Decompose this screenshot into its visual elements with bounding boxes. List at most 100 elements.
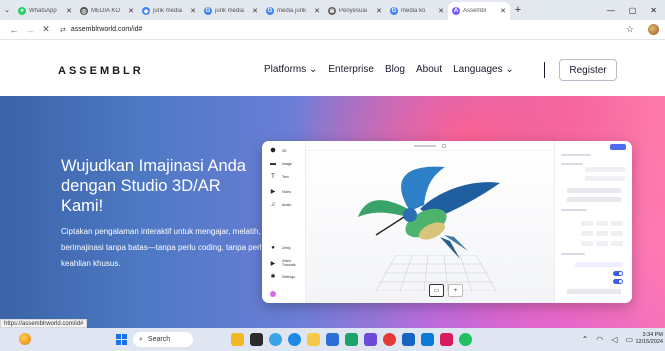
scene-thumbnail[interactable]: ▭ — [429, 284, 444, 297]
profile-avatar[interactable] — [648, 24, 659, 35]
editor-tool-video-tutorials[interactable]: ▶ Video Tutorials — [270, 259, 305, 267]
rotation-field[interactable] — [581, 231, 593, 236]
add-scene-icon[interactable]: + — [448, 284, 463, 297]
bookmark-star-icon[interactable]: ☆ — [626, 24, 634, 35]
nav-about[interactable]: About — [416, 64, 442, 75]
publish-button[interactable] — [610, 144, 626, 150]
panel-button[interactable] — [567, 197, 621, 202]
taskbar-app-icon[interactable] — [231, 333, 244, 346]
close-window-icon[interactable]: ✕ — [650, 6, 657, 15]
editor-tool-text[interactable]: T Text — [270, 174, 288, 180]
close-tab-icon[interactable]: ✕ — [376, 7, 382, 15]
taskbar-app-icon[interactable] — [440, 333, 453, 346]
position-field[interactable] — [596, 221, 608, 226]
browser-tab[interactable]: ● WhatsApp ✕ — [14, 2, 76, 20]
close-tab-icon[interactable]: ✕ — [438, 7, 444, 15]
taskbar-app-icon[interactable] — [250, 333, 263, 346]
scale-field[interactable] — [581, 241, 593, 246]
browser-tab[interactable]: ◆ jurik media ✕ — [138, 2, 200, 20]
taskbar-app-icon[interactable] — [326, 333, 339, 346]
cube-icon: ⬢ — [270, 148, 276, 154]
nav-languages[interactable]: Languages ⌄ — [453, 64, 514, 75]
taskbar-app-icon[interactable] — [421, 333, 434, 346]
position-field[interactable] — [611, 221, 623, 226]
toggle-switch[interactable] — [613, 279, 623, 284]
taskbar-search[interactable]: ⌕ Search — [133, 332, 193, 347]
new-tab-button[interactable]: + — [510, 4, 526, 16]
music-icon: ♫ — [270, 202, 276, 208]
editor-tool-video[interactable]: ▶ Video — [270, 188, 291, 195]
weather-icon[interactable] — [19, 333, 31, 345]
browser-tab[interactable]: ◎ MEDIA KO ✕ — [76, 2, 138, 20]
wifi-icon[interactable]: ◠ — [596, 335, 603, 344]
panel-field[interactable] — [585, 167, 625, 172]
search-icon: ⌕ — [139, 335, 143, 343]
editor-tool-label: Image — [282, 162, 292, 166]
taskbar-clock[interactable]: 3:34 PM 12/15/2024 — [633, 332, 665, 346]
close-tab-icon[interactable]: ✕ — [500, 7, 506, 15]
close-tab-icon[interactable]: ✕ — [252, 7, 258, 15]
battery-icon[interactable]: ▭ — [625, 335, 633, 344]
editor-tool-zenly[interactable]: ● Zenly — [270, 245, 291, 251]
panel-button[interactable] — [567, 188, 621, 193]
windows-start-icon[interactable] — [116, 334, 127, 345]
window-controls: — ▢ ✕ — [607, 6, 665, 15]
forward-icon[interactable]: → — [22, 25, 38, 35]
back-icon[interactable]: ← — [6, 25, 22, 35]
google-icon: G — [204, 7, 212, 15]
nav-enterprise[interactable]: Enterprise — [328, 64, 374, 75]
browser-tab[interactable]: A Assembl ✕ — [448, 2, 510, 20]
site-info-icon[interactable]: ⇄ — [60, 26, 66, 34]
volume-icon[interactable]: ◁ — [611, 335, 617, 344]
close-tab-icon[interactable]: ✕ — [128, 7, 134, 15]
taskbar-app-icon[interactable] — [345, 333, 358, 346]
tab-search-icon[interactable]: ⌄ — [0, 0, 14, 20]
rotation-field[interactable] — [611, 231, 623, 236]
editor-tool-audio[interactable]: ♫ Audio — [270, 202, 291, 208]
taskbar-app-icon[interactable] — [307, 333, 320, 346]
close-tab-icon[interactable]: ✕ — [66, 7, 72, 15]
hero-section: Wujudkan Imajinasi Anda dengan Studio 3D… — [0, 96, 665, 328]
minimize-icon[interactable]: — — [607, 6, 615, 15]
browser-tab[interactable]: Gmedia jurik ✕ — [262, 2, 324, 20]
panel-option[interactable] — [575, 262, 623, 267]
editor-tool-label: Video — [282, 189, 292, 194]
browser-tab-strip: ⌄ ● WhatsApp ✕ ◎ MEDIA KO ✕ ◆ jurik media ✕ Gjuri… — [0, 0, 665, 20]
user-avatar[interactable] — [270, 291, 276, 297]
editor-tool-settings[interactable]: ✱ Settings — [270, 273, 295, 280]
editor-tool-image[interactable]: ▬ Image — [270, 161, 292, 167]
position-field[interactable] — [581, 221, 593, 226]
assemblr-logo[interactable]: ASSEMBLR — [58, 65, 144, 77]
clock-date: 12/15/2024 — [635, 339, 663, 345]
tab-title: WhatsApp — [29, 8, 57, 14]
editor-tool-label: 3D — [282, 148, 287, 153]
taskbar-app-icon[interactable] — [459, 333, 472, 346]
taskbar-app-icon[interactable] — [269, 333, 282, 346]
taskbar-app-icon[interactable] — [402, 333, 415, 346]
address-bar[interactable]: ⇄ assemblrworld.com/id# — [60, 26, 142, 34]
panel-field[interactable] — [585, 176, 625, 181]
panel-button[interactable] — [567, 289, 621, 294]
maximize-icon[interactable]: ▢ — [629, 6, 637, 15]
panel-row — [561, 209, 587, 211]
browser-tab[interactable]: ✻ Penyesuai ✕ — [324, 2, 386, 20]
nav-blog[interactable]: Blog — [385, 64, 405, 75]
tray-chevron-icon[interactable]: ⌃ — [582, 335, 589, 344]
close-tab-icon[interactable]: ✕ — [190, 7, 196, 15]
scale-field[interactable] — [596, 241, 608, 246]
browser-tab[interactable]: Gmedia ko ✕ — [386, 2, 448, 20]
scale-field[interactable] — [611, 241, 623, 246]
taskbar-app-icon[interactable] — [364, 333, 377, 346]
taskbar-app-icon[interactable] — [288, 333, 301, 346]
rotation-field[interactable] — [596, 231, 608, 236]
nav-platforms[interactable]: Platforms ⌄ — [264, 64, 317, 75]
stop-icon[interactable]: ✕ — [38, 24, 54, 35]
site-header: ASSEMBLR Platforms ⌄ Enterprise Blog Abo… — [0, 40, 665, 96]
toggle-switch[interactable] — [613, 271, 623, 276]
browser-tab[interactable]: Gjurik media ✕ — [200, 2, 262, 20]
register-button[interactable]: Register — [559, 59, 617, 81]
taskbar-app-icon[interactable] — [383, 333, 396, 346]
editor-tool-3d[interactable]: ⬢ 3D — [270, 147, 287, 154]
close-tab-icon[interactable]: ✕ — [314, 7, 320, 15]
video-icon: ▶ — [270, 189, 276, 195]
